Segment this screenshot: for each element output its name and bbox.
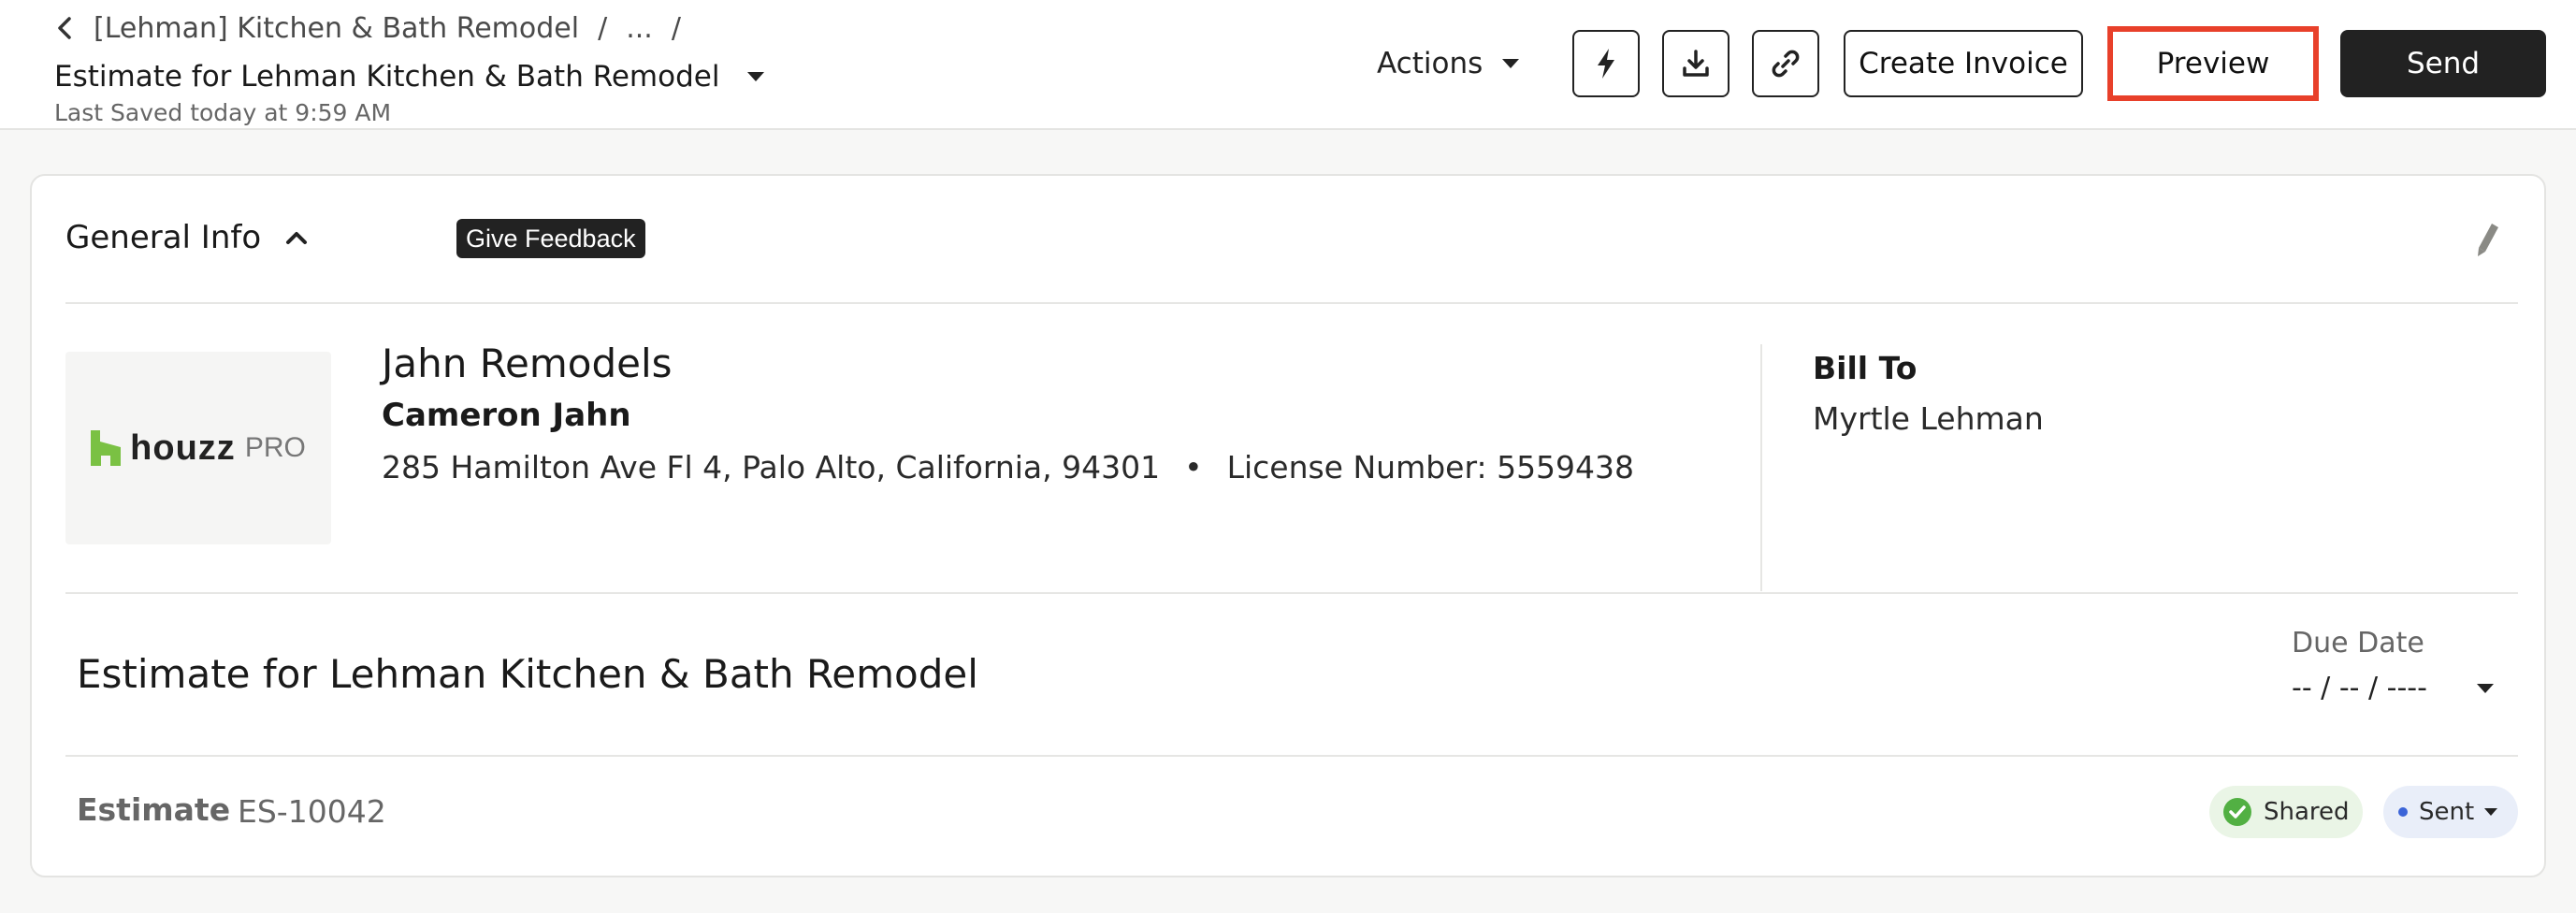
status-dot [2398, 807, 2408, 817]
license-number: License Number: 5559438 [1226, 449, 1635, 485]
general-info-toggle[interactable]: General Info [65, 217, 308, 258]
due-date-value: -- / -- / ---- [2292, 672, 2427, 704]
document-title: Estimate for Lehman Kitchen & Bath Remod… [54, 60, 720, 94]
bill-to-name: Myrtle Lehman [1813, 400, 2044, 437]
estimate-number: ES-10042 [238, 793, 386, 830]
houzz-logo-icon [91, 430, 122, 466]
caret-down-icon [2484, 808, 2498, 816]
general-info-title: General Info [65, 219, 262, 256]
chevron-left-icon[interactable] [54, 14, 75, 42]
shared-label: Shared [2264, 798, 2350, 826]
breadcrumb-separator: / [598, 11, 608, 45]
automation-button[interactable] [1572, 30, 1640, 97]
caret-down-icon [747, 72, 765, 81]
copy-link-button[interactable] [1752, 30, 1819, 97]
lightning-icon [1598, 49, 1614, 79]
caret-down-icon [1502, 59, 1520, 68]
create-invoice-button[interactable]: Create Invoice [1844, 30, 2083, 97]
company-name: Jahn Remodels [382, 341, 673, 386]
check-circle-icon [2223, 798, 2251, 826]
pencil-icon[interactable] [2473, 221, 2501, 258]
company-address-line: 285 Hamilton Ave Fl 4, Palo Alto, Califo… [382, 449, 1634, 485]
logo-suffix: PRO [244, 432, 306, 463]
contact-name: Cameron Jahn [382, 397, 631, 434]
breadcrumb-separator: / [671, 11, 681, 45]
company-address: 285 Hamilton Ave Fl 4, Palo Alto, Califo… [382, 449, 1161, 485]
send-button[interactable]: Send [2340, 30, 2546, 97]
breadcrumb-project-link[interactable]: [Lehman] Kitchen & Bath Remodel [94, 12, 579, 45]
bullet-separator: • [1184, 449, 1203, 485]
estimate-card [30, 174, 2546, 877]
give-feedback-button[interactable]: Give Feedback [456, 219, 645, 258]
estimate-title: Estimate for Lehman Kitchen & Bath Remod… [77, 651, 978, 697]
actions-label: Actions [1377, 47, 1483, 80]
download-icon [1683, 50, 1709, 77]
sent-status-dropdown[interactable]: Sent [2383, 786, 2518, 838]
actions-dropdown[interactable]: Actions [1377, 43, 1520, 84]
logo-wordmark: houzz [130, 428, 236, 468]
section-divider [65, 302, 2518, 304]
bill-to-label: Bill To [1813, 350, 1918, 386]
due-date-picker[interactable]: -- / -- / ---- [2292, 672, 2495, 704]
last-saved-status: Last Saved today at 9:59 AM [54, 99, 392, 126]
due-date-label: Due Date [2292, 627, 2424, 659]
preview-highlight-box [2107, 26, 2319, 101]
breadcrumb-ellipsis[interactable]: ... [626, 12, 653, 45]
sent-label: Sent [2419, 798, 2475, 826]
section-divider [65, 592, 2518, 594]
caret-down-icon [2476, 683, 2494, 693]
vertical-divider [1760, 344, 1762, 591]
section-divider [65, 755, 2518, 757]
top-header: [Lehman] Kitchen & Bath Remodel / ... / … [0, 0, 2576, 130]
company-logo: houzz PRO [65, 352, 331, 544]
document-title-dropdown[interactable]: Estimate for Lehman Kitchen & Bath Remod… [54, 56, 766, 97]
chevron-up-icon [286, 232, 308, 244]
breadcrumb: [Lehman] Kitchen & Bath Remodel / ... / [54, 9, 700, 47]
estimate-label: Estimate [77, 791, 231, 828]
download-button[interactable] [1662, 30, 1729, 97]
shared-status-badge: Shared [2209, 786, 2363, 838]
link-icon [1772, 50, 1800, 78]
